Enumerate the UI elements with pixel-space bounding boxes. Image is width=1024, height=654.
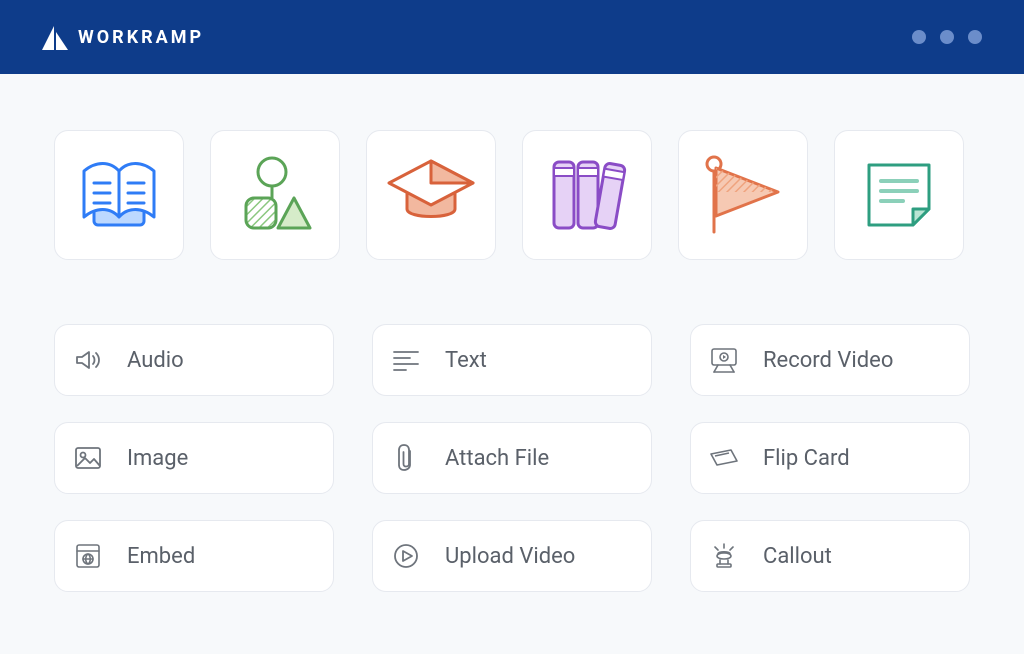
content-block-text[interactable]: Text — [372, 324, 652, 396]
content-block-label: Upload Video — [445, 544, 575, 569]
content-block-attach-file[interactable]: Attach File — [372, 422, 652, 494]
window-controls — [912, 30, 982, 44]
content-block-label: Text — [445, 348, 487, 373]
content-type-tiles — [54, 130, 970, 260]
attach-file-icon — [391, 443, 421, 473]
content-block-label: Audio — [127, 348, 184, 373]
content-type-tile-shapes[interactable] — [210, 130, 340, 260]
content-type-tile-flag[interactable] — [678, 130, 808, 260]
content-block-label: Callout — [763, 544, 832, 569]
window-dot-icon — [940, 30, 954, 44]
library-icon — [544, 152, 630, 238]
content-type-tile-library[interactable] — [522, 130, 652, 260]
text-icon — [391, 345, 421, 375]
record-video-icon — [709, 345, 739, 375]
content-block-grid: Audio Text — [54, 324, 970, 592]
content-type-tile-note[interactable] — [834, 130, 964, 260]
book-icon — [76, 157, 162, 233]
content-block-audio[interactable]: Audio — [54, 324, 334, 396]
content-type-tile-book[interactable] — [54, 130, 184, 260]
grad-cap-icon — [385, 155, 477, 235]
workramp-logo-icon — [42, 24, 68, 50]
flag-icon — [698, 152, 788, 238]
content-block-label: Flip Card — [763, 446, 850, 471]
content-block-image[interactable]: Image — [54, 422, 334, 494]
flip-card-icon — [709, 443, 739, 473]
brand: WORKRAMP — [42, 24, 204, 50]
note-icon — [859, 155, 939, 235]
content-block-callout[interactable]: Callout — [690, 520, 970, 592]
content-block-label: Record Video — [763, 348, 893, 373]
callout-icon — [709, 541, 739, 571]
content-block-record-video[interactable]: Record Video — [690, 324, 970, 396]
content-block-label: Attach File — [445, 446, 549, 471]
content-block-upload-video[interactable]: Upload Video — [372, 520, 652, 592]
image-icon — [73, 443, 103, 473]
audio-icon — [73, 345, 103, 375]
embed-icon — [73, 541, 103, 571]
window-dot-icon — [912, 30, 926, 44]
content-block-label: Image — [127, 446, 188, 471]
content-block-embed[interactable]: Embed — [54, 520, 334, 592]
shapes-icon — [232, 152, 318, 238]
content-type-tile-cap[interactable] — [366, 130, 496, 260]
upload-video-icon — [391, 541, 421, 571]
content-block-label: Embed — [127, 544, 195, 569]
brand-name: WORKRAMP — [78, 27, 204, 48]
content-area: Audio Text — [0, 74, 1024, 632]
topbar: WORKRAMP — [0, 0, 1024, 74]
content-block-flip-card[interactable]: Flip Card — [690, 422, 970, 494]
window-dot-icon — [968, 30, 982, 44]
